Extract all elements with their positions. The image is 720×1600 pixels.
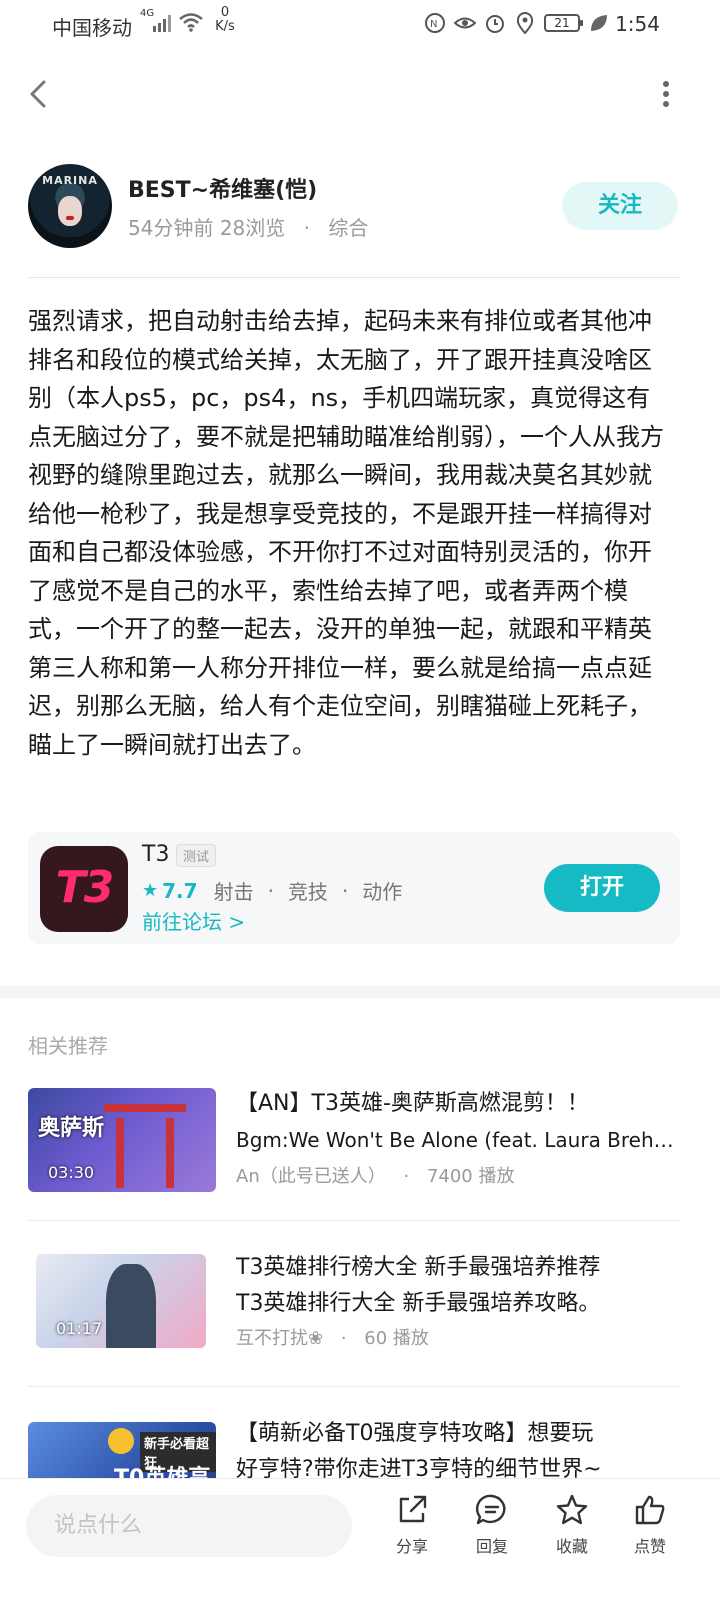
related-title[interactable]: T3英雄排行榜大全 新手最强培养推荐 <box>236 1250 676 1286</box>
location-icon <box>516 12 534 34</box>
eye-icon <box>454 17 476 29</box>
star-outline-icon <box>556 1494 588 1525</box>
signal-icon <box>153 15 171 32</box>
thumbnail-text: 奥萨斯 <box>38 1116 105 1141</box>
more-options-icon[interactable] <box>654 74 678 114</box>
thinking-emoji-icon <box>108 1428 134 1454</box>
related-header: 相关推荐 <box>28 1034 108 1058</box>
reply-label: 回复 <box>475 1537 508 1556</box>
avatar-text: MARINA <box>42 174 98 187</box>
avatar-lips <box>66 216 74 220</box>
avatar[interactable]: MARINA <box>28 164 112 248</box>
related-meta: 互不打扰❀ · 60 播放 <box>236 1324 429 1350</box>
game-rating: 7.7 <box>162 878 198 903</box>
meta-separator: · <box>303 216 310 240</box>
author-name[interactable]: BEST~希维塞(恺) <box>128 172 317 204</box>
thumbs-up-icon <box>635 1495 665 1525</box>
video-thumbnail[interactable]: 奥萨斯 03:30 <box>28 1088 216 1192</box>
related-item[interactable]: 01:17 T3英雄排行榜大全 新手最强培养推荐 T3英雄排行大全 新手最强培养… <box>0 1250 720 1360</box>
net-speed-value: 0 <box>220 5 230 20</box>
share-icon <box>399 1495 427 1523</box>
divider <box>28 1386 680 1387</box>
author-header: MARINA BEST~希维塞(恺) 54分钟前 28浏览 · 综合 关注 <box>0 160 720 260</box>
like-button[interactable]: 点赞 <box>620 1493 680 1557</box>
share-label: 分享 <box>395 1537 428 1556</box>
related-item[interactable]: 奥萨斯 03:30 【AN】T3英雄-奥萨斯高燃混剪！！ Bgm:We Won'… <box>0 1086 720 1196</box>
video-duration: 01:17 <box>56 1319 103 1338</box>
game-tag: 竞技 <box>287 880 328 904</box>
related-author: An（此号已送人） <box>236 1166 386 1187</box>
status-bar: 中国移动 4G 0 K/s N 21 1:54 <box>0 0 720 48</box>
torii-graphic <box>104 1104 186 1188</box>
reply-button[interactable]: 回复 <box>462 1493 522 1557</box>
related-title[interactable]: 【萌新必备T0强度亨特攻略】想要玩 <box>236 1416 676 1452</box>
related-plays: 60 播放 <box>364 1328 429 1349</box>
clock: 1:54 <box>615 12 660 36</box>
related-subtitle[interactable]: T3英雄排行大全 新手最强培养攻略。 <box>236 1286 676 1322</box>
alarm-icon <box>486 15 504 33</box>
battery-icon: 21 <box>544 14 583 32</box>
net-speed: 0 K/s <box>212 6 238 34</box>
hero-graphic <box>106 1264 156 1348</box>
leaf-icon <box>591 15 607 31</box>
net-speed-unit: K/s <box>215 19 235 34</box>
game-icon-text: T3 <box>55 862 115 913</box>
divider <box>28 1220 680 1221</box>
follow-button[interactable]: 关注 <box>562 182 678 230</box>
video-thumbnail[interactable]: 新手必看超狂 T0英雄亨特 <box>28 1422 216 1478</box>
related-meta: An（此号已送人） · 7400 播放 <box>236 1162 514 1188</box>
related-item[interactable]: 新手必看超狂 T0英雄亨特 【萌新必备T0强度亨特攻略】想要玩 好亨特?带你走进… <box>0 1414 720 1478</box>
meta-separator: · <box>340 1328 347 1349</box>
game-tag: 动作 <box>362 880 403 904</box>
video-duration: 03:30 <box>48 1163 95 1182</box>
comment-icon <box>475 1494 506 1525</box>
tag-separator: · <box>267 878 274 903</box>
related-subtitle[interactable]: Bgm:We Won't Be Alone (feat. Laura Brehm… <box>236 1122 676 1158</box>
carrier-label: 中国移动 <box>52 16 132 40</box>
game-test-badge: 测试 <box>176 844 217 867</box>
related-subtitle[interactable]: 好亨特?带你走进T3亨特的细节世界~ <box>236 1452 676 1478</box>
meta-separator: · <box>403 1166 410 1187</box>
game-meta: ★ 7.7 射击 · 竞技 · 动作 <box>142 876 402 905</box>
thumbnail-text: T0英雄亨特 <box>114 1460 216 1478</box>
top-nav <box>0 62 720 126</box>
avatar-face <box>58 196 82 226</box>
divider <box>28 277 680 278</box>
game-tag: 射击 <box>213 880 254 904</box>
share-button[interactable]: 分享 <box>382 1493 442 1557</box>
back-icon[interactable] <box>22 74 62 114</box>
like-label: 点赞 <box>633 1537 666 1556</box>
svg-text:N: N <box>430 19 437 30</box>
comment-input[interactable]: 说点什么 <box>26 1495 352 1557</box>
post-category[interactable]: 综合 <box>328 216 368 240</box>
related-title[interactable]: 【AN】T3英雄-奥萨斯高燃混剪！！ <box>236 1086 676 1122</box>
bottom-action-bar: 说点什么 分享 回复 收藏 点赞 <box>0 1478 720 1600</box>
wifi-icon <box>179 13 203 32</box>
section-separator <box>0 986 720 998</box>
game-name[interactable]: T3 <box>142 842 169 867</box>
post-time: 54分钟前 <box>128 216 214 240</box>
open-game-button[interactable]: 打开 <box>544 864 660 912</box>
favorite-button[interactable]: 收藏 <box>542 1493 602 1557</box>
nfc-icon: N <box>425 13 445 33</box>
related-plays: 7400 播放 <box>426 1166 515 1187</box>
related-author: 互不打扰❀ <box>236 1328 324 1349</box>
star-icon: ★ <box>142 880 159 901</box>
post-body: 强烈请求，把自动射击给去掉，起码未来有排位或者其他冲排名和段位的模式给关掉，太无… <box>28 307 664 759</box>
post-views: 28浏览 <box>219 216 286 240</box>
game-icon[interactable]: T3 <box>40 846 128 932</box>
battery-level: 21 <box>554 16 570 30</box>
forum-link[interactable]: 前往论坛 > <box>142 906 245 935</box>
post-meta: 54分钟前 28浏览 · 综合 <box>128 212 368 241</box>
favorite-label: 收藏 <box>555 1537 588 1556</box>
video-thumbnail[interactable]: 01:17 <box>36 1254 206 1348</box>
tag-separator: · <box>341 878 349 903</box>
game-card[interactable]: T3 T3 测试 ★ 7.7 射击 · 竞技 · 动作 前往论坛 > 打开 <box>28 832 680 944</box>
status-icons: N 21 <box>424 12 610 34</box>
